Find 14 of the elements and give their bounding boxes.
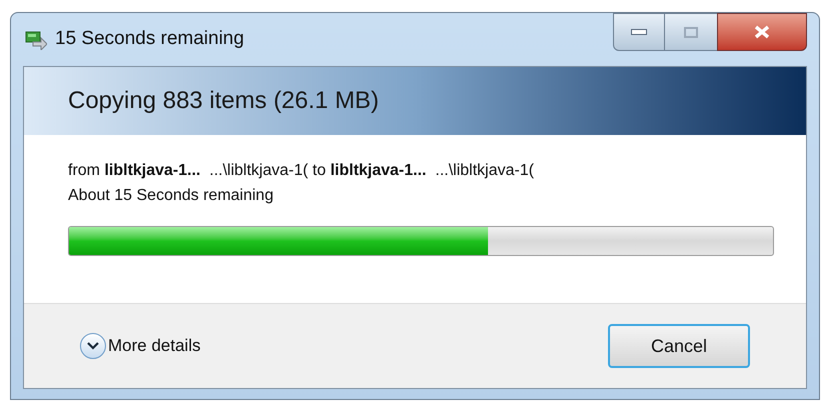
close-button[interactable] [717, 13, 807, 51]
maximize-icon [684, 26, 698, 38]
copy-icon [25, 30, 47, 50]
chevron-icon [80, 333, 106, 359]
close-icon [753, 25, 771, 39]
window-title: 15 Seconds remaining [55, 27, 244, 52]
copy-source-destination: from libltkjava-1... ...\libltkjava-1( to libltkjava-1... ...\libltkjava-1( [68, 161, 535, 181]
cancel-button[interactable]: Cancel [608, 324, 750, 368]
time-remaining: About 15 Seconds remaining [68, 186, 274, 206]
maximize-button[interactable] [665, 13, 717, 51]
more-details-toggle[interactable]: More details [80, 333, 201, 359]
header-title: Copying 883 items (26.1 MB) [68, 86, 379, 116]
minimize-button[interactable] [613, 13, 665, 51]
minimize-icon [631, 29, 647, 35]
